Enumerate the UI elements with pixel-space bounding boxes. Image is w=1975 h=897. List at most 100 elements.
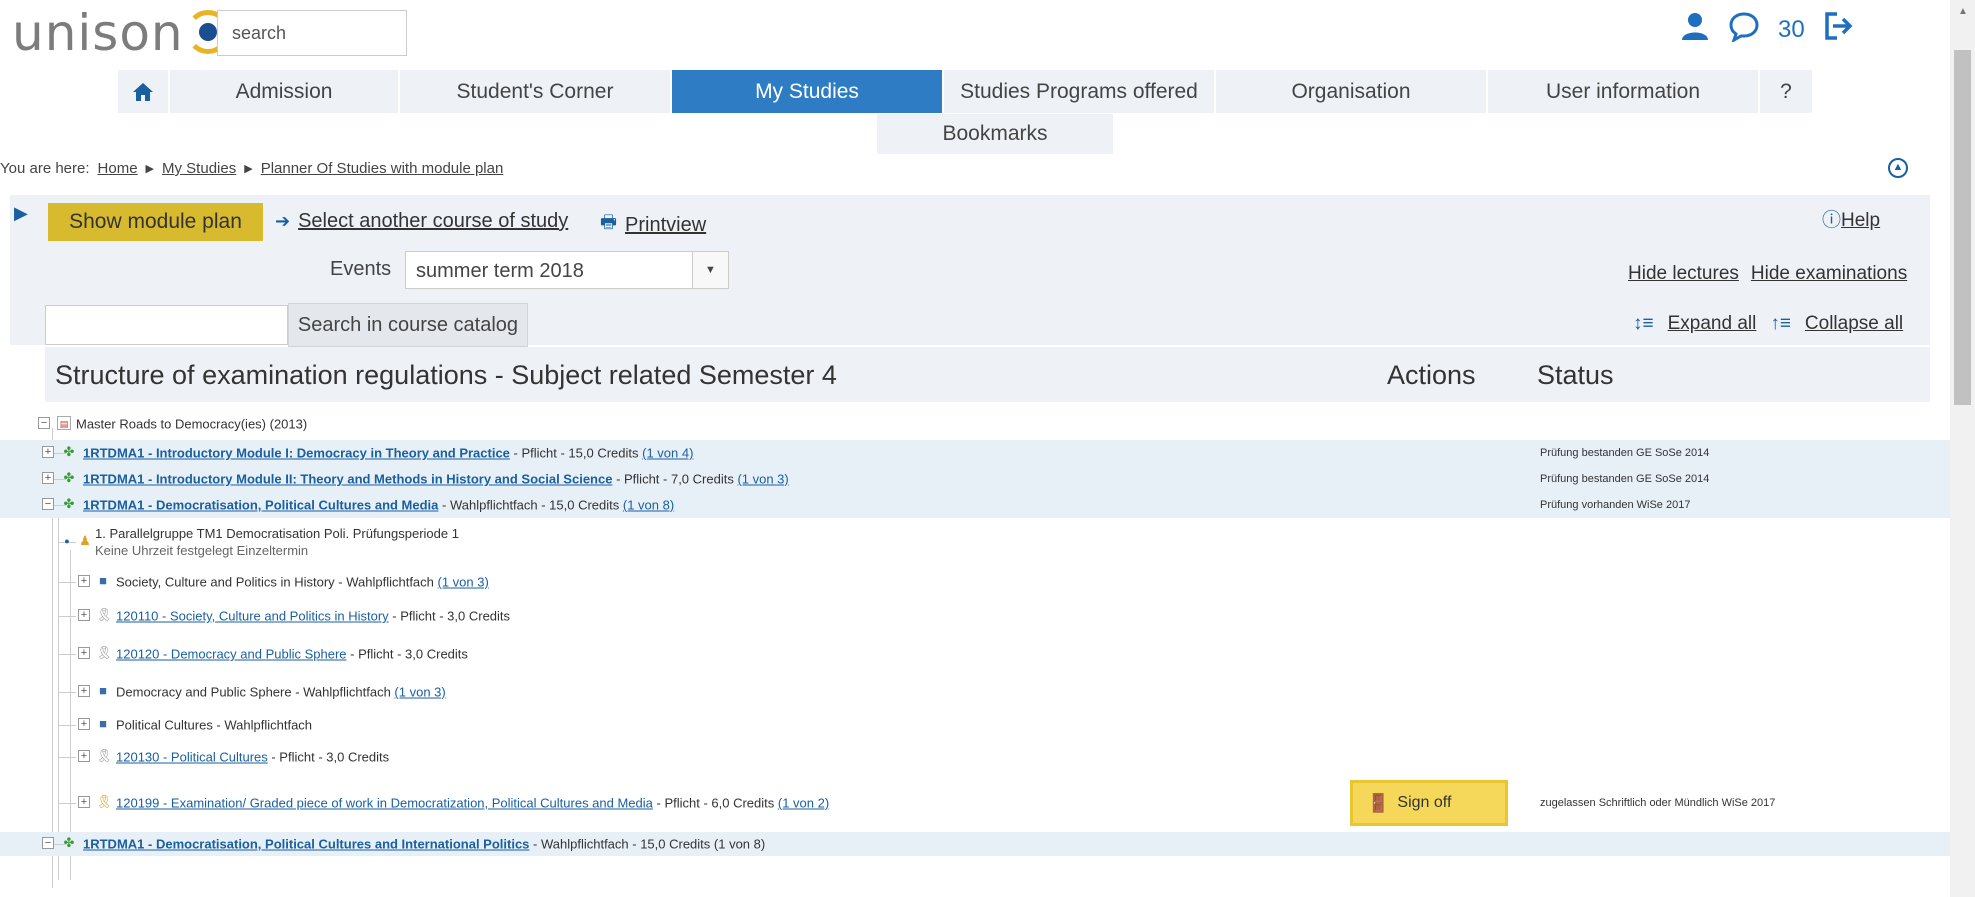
expand-toggle-icon[interactable]: + [78,647,90,659]
user-icon[interactable] [1680,11,1710,49]
nav-studies-programs[interactable]: Studies Programs offered [944,70,1216,113]
row-detail: - Pflicht - 7,0 Credits [612,471,738,487]
expand-all-link[interactable]: Expand all [1668,313,1757,335]
collapse-all-link[interactable]: Collapse all [1805,313,1903,335]
nav-organisation[interactable]: Organisation [1216,70,1488,113]
certificate-icon: 🎗 [96,645,113,660]
nav-home[interactable] [118,70,170,113]
expand-collapse-links: ↕≡ Expand all ↑≡ Collapse all [1633,313,1903,335]
printview-label[interactable]: Printview [625,214,706,237]
tree-row-root: − ▤ Master Roads to Democracy(ies) (2013… [0,408,1950,440]
nav-help[interactable]: ? [1760,70,1814,113]
expand-toggle-icon[interactable]: + [78,609,90,621]
count-link[interactable]: (1 von 2) [778,796,829,811]
top-bar: unison search 30 [0,0,1950,62]
tree-row: + ■ Society, Culture and Politics in His… [0,566,1950,598]
catalog-search-input[interactable] [45,305,288,345]
breadcrumb-home[interactable]: Home [98,160,138,177]
term-select[interactable]: summer term 2018 ▼ [405,251,729,289]
count-link[interactable]: (1 von 3) [438,575,489,590]
module-link[interactable]: 1RTDMA1 - Democratisation, Political Cul… [83,498,438,513]
show-module-plan-button[interactable]: Show module plan [48,203,263,241]
hide-lectures-link[interactable]: Hide lectures [1628,263,1739,285]
count-link[interactable]: (1 von 4) [642,446,693,461]
row-detail: - Pflicht - 3,0 Credits [388,608,511,624]
certificate-icon: 🎗 [96,748,113,763]
tree-row: + 🎗 120110 - Society, Culture and Politi… [0,598,1950,634]
status-text: Prüfung bestanden GE SoSe 2014 [1540,473,1710,485]
unison-logo[interactable]: unison [12,4,230,62]
module-link[interactable]: 1RTDMA1 - Democratisation, Political Cul… [83,837,529,852]
structure-column-header: Structure of examination regulations - S… [55,360,837,390]
program-icon: ▤ [57,416,71,430]
expand-toggle-icon[interactable]: + [78,796,90,808]
logout-icon[interactable] [1823,10,1855,50]
main-navigation: Admission Student's Corner My Studies St… [118,70,1814,113]
tree-row: + 🎗 120199 - Examination/ Graded piece o… [0,774,1950,832]
row-label: 1RTDMA1 - Introductory Module I: Democra… [83,446,693,461]
nav-admission[interactable]: Admission [170,70,400,113]
folder-icon: ■ [99,716,107,731]
collapse-toggle-icon[interactable]: − [42,837,54,849]
root-label: Master Roads to Democracy(ies) (2013) [76,416,308,432]
header-icons: 30 [1680,10,1855,50]
folder-icon: ■ [99,573,107,588]
help-label[interactable]: Help [1841,210,1880,231]
course-link[interactable]: 120130 - Political Cultures [116,750,268,765]
side-panel-toggle-icon[interactable]: ▶ [14,203,28,224]
scroll-up-icon[interactable]: ▲ [1958,6,1968,17]
breadcrumb-my-studies[interactable]: My Studies [162,160,236,177]
tree-row: + ✤ 1RTDMA1 - Introductory Module I: Dem… [0,440,1950,466]
collapse-toggle-icon[interactable]: − [42,498,54,510]
expand-toggle-icon[interactable]: + [78,685,90,697]
tree-connector [58,725,76,726]
expand-toggle-icon[interactable]: + [42,472,54,484]
tree-connector [58,803,76,804]
actions-column-header: Actions [1387,360,1476,390]
info-icon: ⓘ [1822,210,1842,231]
help-link[interactable]: ⓘHelp [1822,205,1880,232]
chat-icon[interactable] [1728,10,1760,50]
tree-row: − ✤ 1RTDMA1 - Democratisation, Political… [0,492,1950,518]
search-catalog-button[interactable]: Search in course catalog [288,303,528,347]
arrow-right-icon: ➔ [275,211,291,231]
count-link[interactable]: (1 von 8) [623,498,674,513]
page-scrollbar[interactable]: ▲ [1950,0,1975,897]
breadcrumb-planner[interactable]: Planner Of Studies with module plan [261,160,504,177]
course-link[interactable]: 120120 - Democracy and Public Sphere [116,647,347,662]
nav-user-information[interactable]: User information [1488,70,1760,113]
count-link[interactable]: (1 von 3) [737,472,788,487]
chevron-down-icon[interactable]: ▼ [692,252,728,288]
nav-bookmarks[interactable]: Bookmarks [877,114,1113,154]
notification-count[interactable]: 30 [1778,16,1805,44]
module-link[interactable]: 1RTDMA1 - Introductory Module II: Theory… [83,472,612,487]
select-course-link[interactable]: ➔ Select another course of study [275,210,568,233]
parallel-group-icon: ♟ [79,533,91,548]
course-link[interactable]: 120110 - Society, Culture and Politics i… [116,609,389,624]
search-input[interactable]: search [217,10,407,56]
collapse-all-icon: ↑≡ [1770,313,1791,334]
expand-toggle-icon[interactable]: + [78,750,90,762]
hide-examinations-link[interactable]: Hide examinations [1751,263,1907,285]
table-header: Structure of examination regulations - S… [45,347,1930,402]
exam-link[interactable]: 120199 - Examination/ Graded piece of wo… [116,796,653,811]
nav-students-corner[interactable]: Student's Corner [400,70,672,113]
tree-connector [58,654,76,655]
collapse-header-icon[interactable]: ▲ [1888,158,1908,178]
expand-toggle-icon[interactable]: + [78,575,90,587]
collapse-toggle-icon[interactable]: − [38,417,50,429]
printview-link[interactable]: 🖶 Printview [600,210,706,240]
expand-toggle-icon[interactable]: + [42,446,54,458]
scrollbar-thumb[interactable] [1954,50,1971,405]
nav-my-studies[interactable]: My Studies [672,70,944,113]
row-detail: - Pflicht - 15,0 Credits [509,445,643,461]
breadcrumb-prefix: You are here: [0,160,90,177]
expand-all-icon: ↕≡ [1633,313,1654,334]
count-link[interactable]: (1 von 3) [394,685,445,700]
select-course-label[interactable]: Select another course of study [298,210,568,233]
breadcrumb-separator-icon: ▶ [244,163,253,175]
expand-toggle-icon[interactable]: + [78,718,90,730]
row-detail: - Wahlpflichtfach - 15,0 Credits [438,497,623,513]
sign-off-button[interactable]: 🚪 Sign off [1350,780,1508,826]
module-link[interactable]: 1RTDMA1 - Introductory Module I: Democra… [83,446,510,461]
